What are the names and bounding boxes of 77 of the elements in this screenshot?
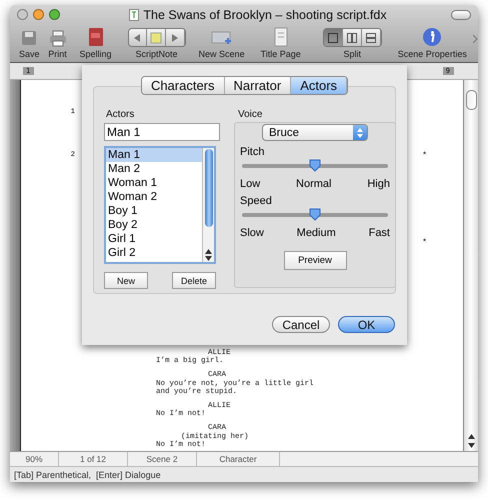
list-item[interactable]: Man 2 [106,162,202,176]
new-scene-icon [210,29,233,47]
note-icon[interactable] [150,32,162,44]
group-label: Voice [237,109,264,120]
toolbar-label[interactable]: Split [344,49,362,59]
preview-button[interactable]: Preview [284,251,346,270]
list-button[interactable]: New [104,272,148,289]
slider-thumb[interactable] [309,159,321,172]
single-pane-icon [328,32,338,42]
tick-label: Slow [240,227,264,239]
stacked-panes-icon [366,32,376,42]
toolbar-label[interactable]: Print [48,49,67,59]
slider-label: Pitch [240,146,264,158]
list-item[interactable]: Boy 1 [106,204,202,218]
toolbar-label[interactable]: Scene Properties [398,49,467,59]
chevron-icon[interactable] [472,35,478,43]
scroll-thumb[interactable] [204,149,212,227]
dialog-button[interactable]: OK [338,316,395,333]
toolbar-label[interactable]: Save [19,49,40,59]
tick-label: Fast [368,227,390,239]
scroll-up-arrow-icon[interactable] [468,433,474,440]
window-title: The Swans of Brooklyn – shooting script.fdx [143,8,387,22]
right-arrow-icon[interactable] [172,34,178,42]
tab[interactable]: Actors [291,77,348,94]
tab[interactable]: Characters [142,77,225,94]
group-label: Actors [105,109,136,120]
split-segmented-control[interactable] [322,28,382,47]
printer-icon [48,29,68,47]
zoom-popup[interactable]: 90% [10,452,59,466]
voice-popup[interactable]: Bruce [262,124,368,141]
tick-label: High [367,178,390,190]
hint-text: [Tab] Parenthetical, [Enter] Dialogue [14,470,161,480]
side-by-side-panes-icon [346,32,357,42]
zoom-button[interactable] [49,9,60,20]
tab[interactable]: Narrator [224,77,292,94]
tick-label: Low [240,178,260,190]
page-count: 1 of 12 [80,454,106,464]
list-item[interactable]: Man 1 [106,148,202,162]
scroll-down-arrow-icon[interactable] [468,442,474,449]
revision-mark: * [423,150,428,159]
minimize-button[interactable] [33,9,44,20]
close-button[interactable] [17,9,28,20]
list-item[interactable]: Girl 1 [106,232,202,246]
scroll-thumb[interactable] [466,90,476,110]
up-down-arrows-icon [357,128,363,138]
scroll-up-arrow-icon[interactable] [205,248,212,255]
list-item[interactable]: Girl 2 [106,246,202,260]
revision-mark: * [423,237,428,246]
book-icon [86,27,105,47]
tick-label: Medium [296,227,336,239]
scrollbar[interactable] [463,80,478,451]
info-icon [422,27,442,47]
tick-label: Normal [296,178,332,190]
scriptnote-segmented-control[interactable] [128,28,186,47]
list-item[interactable]: Woman 2 [106,190,202,204]
dialog-button[interactable]: Cancel [272,316,330,333]
toolbar-label[interactable]: Title Page [260,49,301,59]
scene-label: Scene 2 [146,454,178,464]
scroll-down-arrow-icon[interactable] [205,255,212,262]
list-scrollbar[interactable] [202,148,214,262]
element-popup[interactable]: Character [197,452,280,466]
document-icon [129,8,140,20]
list-button[interactable]: Delete [172,272,216,289]
split-option[interactable] [342,29,362,46]
list-item[interactable]: Boy 2 [106,218,202,232]
left-arrow-icon[interactable] [134,34,140,42]
list-item[interactable]: Woman 1 [106,176,202,190]
toolbar-toggle-button[interactable] [451,10,471,20]
slider-thumb[interactable] [309,208,321,221]
split-option[interactable] [362,29,381,46]
page-icon [274,27,288,47]
split-option[interactable] [324,29,343,46]
slider-label: Speed [240,195,272,207]
actor-name-field[interactable]: Man 1 [104,123,220,141]
toolbar-label[interactable]: ScriptNote [136,49,178,59]
toolbar-label[interactable]: Spelling [80,49,112,59]
toolbar-label[interactable]: New Scene [198,49,245,59]
